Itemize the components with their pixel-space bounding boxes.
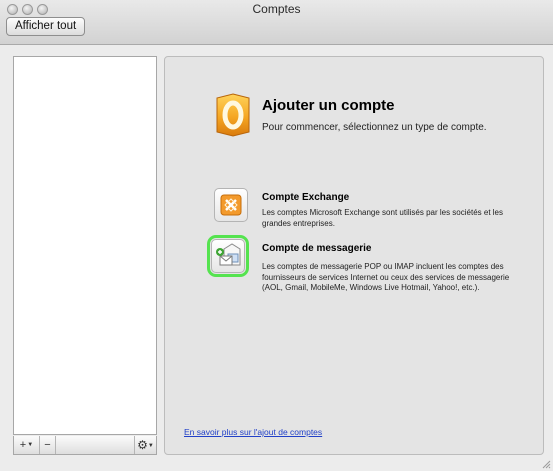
outlook-logo-icon xyxy=(216,93,250,137)
exchange-icon xyxy=(220,194,242,216)
mail-account-description: Les comptes de messagerie POP ou IMAP in… xyxy=(262,262,510,292)
add-account-button[interactable]: +▼ xyxy=(14,436,40,454)
chevron-down-icon: ▼ xyxy=(27,442,34,449)
account-list[interactable] xyxy=(13,56,157,435)
title-bar: Comptes Afficher tout xyxy=(0,0,553,45)
add-label: + xyxy=(19,439,27,451)
remove-account-button[interactable]: − xyxy=(40,436,56,454)
resize-grip-icon[interactable] xyxy=(541,459,551,469)
mail-account-title[interactable]: Compte de messagerie xyxy=(262,243,372,254)
exchange-account-description: Les comptes Microsoft Exchange sont util… xyxy=(262,208,503,228)
learn-more-link[interactable]: En savoir plus sur l'ajout de comptes xyxy=(184,427,322,437)
exchange-account-button[interactable] xyxy=(214,188,248,222)
gear-menu-button[interactable]: ⚙▼ xyxy=(134,436,156,454)
chevron-down-icon: ▼ xyxy=(147,442,154,449)
window-title: Comptes xyxy=(252,2,301,16)
mail-account-icon xyxy=(216,243,241,266)
exchange-account-title[interactable]: Compte Exchange xyxy=(262,192,349,203)
show-all-button[interactable]: Afficher tout xyxy=(6,17,86,36)
account-list-toolbar: +▼ − ⚙▼ xyxy=(13,436,157,455)
page-title: Ajouter un compte xyxy=(262,97,395,114)
page-subtitle: Pour commencer, sélectionnez un type de … xyxy=(262,122,487,133)
gear-icon: ⚙ xyxy=(137,438,148,452)
mail-account-button[interactable] xyxy=(207,235,249,277)
